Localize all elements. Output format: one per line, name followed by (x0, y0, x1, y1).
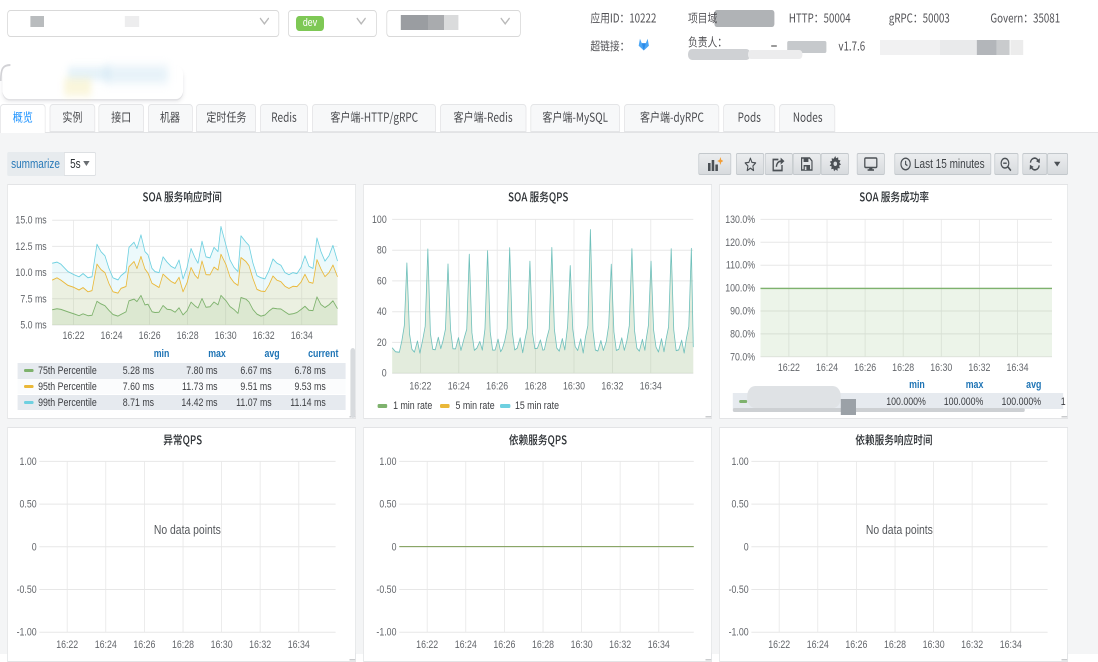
svg-text:16:30: 16:30 (210, 639, 232, 651)
svg-text:100: 100 (372, 214, 387, 226)
svg-text:0.50: 0.50 (19, 499, 37, 511)
svg-text:16:32: 16:32 (961, 639, 983, 651)
svg-text:16:22: 16:22 (62, 330, 84, 342)
svg-text:60: 60 (377, 275, 387, 287)
svg-text:5.0 ms: 5.0 ms (20, 319, 46, 331)
svg-text:15.0 ms: 15.0 ms (15, 214, 46, 226)
svg-text:16:32: 16:32 (968, 362, 990, 374)
svg-text:1.00: 1.00 (19, 456, 37, 468)
svg-text:100.0%: 100.0% (725, 282, 755, 294)
svg-text:120.0%: 120.0% (725, 236, 755, 248)
svg-text:16:28: 16:28 (524, 380, 546, 392)
svg-text:16:34: 16:34 (291, 330, 313, 342)
svg-text:12.5 ms: 12.5 ms (15, 241, 46, 253)
svg-text:16:26: 16:26 (854, 362, 876, 374)
svg-text:0: 0 (391, 541, 396, 553)
svg-text:-0.50: -0.50 (16, 584, 36, 596)
svg-text:110.0%: 110.0% (726, 259, 755, 271)
svg-text:16:26: 16:26 (486, 380, 508, 392)
svg-text:-1.00: -1.00 (376, 627, 396, 639)
svg-text:16:32: 16:32 (249, 639, 271, 651)
svg-text:40: 40 (377, 306, 387, 318)
svg-text:16:34: 16:34 (640, 380, 662, 392)
svg-text:16:28: 16:28 (884, 639, 906, 651)
svg-text:20: 20 (377, 337, 387, 349)
svg-text:-0.50: -0.50 (728, 584, 748, 596)
svg-text:16:30: 16:30 (922, 639, 944, 651)
svg-text:16:26: 16:26 (845, 639, 867, 651)
svg-text:16:22: 16:22 (409, 380, 431, 392)
svg-text:-1.00: -1.00 (16, 627, 36, 639)
svg-text:16:22: 16:22 (768, 639, 790, 651)
svg-text:16:30: 16:30 (570, 639, 592, 651)
svg-text:0.50: 0.50 (379, 499, 397, 511)
svg-text:16:32: 16:32 (601, 380, 623, 392)
svg-text:130.0%: 130.0% (725, 214, 755, 226)
svg-text:16:26: 16:26 (493, 639, 515, 651)
svg-text:70.0%: 70.0% (730, 351, 755, 363)
svg-text:16:26: 16:26 (133, 639, 155, 651)
svg-text:10.0 ms: 10.0 ms (15, 267, 46, 279)
svg-text:16:22: 16:22 (56, 639, 78, 651)
svg-text:16:24: 16:24 (816, 362, 838, 374)
svg-text:16:34: 16:34 (288, 639, 310, 651)
svg-text:16:24: 16:24 (95, 639, 117, 651)
svg-text:16:32: 16:32 (253, 330, 275, 342)
svg-text:80.0%: 80.0% (730, 328, 755, 340)
svg-text:1.00: 1.00 (379, 456, 397, 468)
svg-text:16:32: 16:32 (609, 639, 631, 651)
svg-text:16:28: 16:28 (892, 362, 914, 374)
svg-text:80: 80 (377, 244, 387, 256)
svg-text:-1.00: -1.00 (728, 627, 748, 639)
svg-text:16:30: 16:30 (215, 330, 237, 342)
svg-text:16:34: 16:34 (1006, 362, 1028, 374)
svg-text:16:24: 16:24 (807, 639, 829, 651)
svg-text:16:24: 16:24 (100, 330, 122, 342)
svg-text:16:24: 16:24 (448, 380, 470, 392)
svg-text:0: 0 (382, 367, 387, 379)
svg-text:16:34: 16:34 (648, 639, 670, 651)
svg-text:0.50: 0.50 (731, 499, 749, 511)
svg-text:16:28: 16:28 (176, 330, 198, 342)
svg-text:16:22: 16:22 (778, 362, 800, 374)
svg-text:16:34: 16:34 (1000, 639, 1022, 651)
svg-text:7.5 ms: 7.5 ms (20, 293, 46, 305)
svg-text:16:22: 16:22 (416, 639, 438, 651)
svg-text:1.00: 1.00 (731, 456, 749, 468)
svg-text:0: 0 (32, 541, 37, 553)
svg-text:16:28: 16:28 (172, 639, 194, 651)
svg-text:16:30: 16:30 (563, 380, 585, 392)
svg-text:0: 0 (744, 541, 749, 553)
svg-text:16:24: 16:24 (455, 639, 477, 651)
svg-text:-0.50: -0.50 (376, 584, 396, 596)
svg-text:16:26: 16:26 (138, 330, 160, 342)
svg-text:90.0%: 90.0% (730, 305, 755, 317)
svg-text:16:30: 16:30 (930, 362, 952, 374)
svg-text:16:28: 16:28 (532, 639, 554, 651)
